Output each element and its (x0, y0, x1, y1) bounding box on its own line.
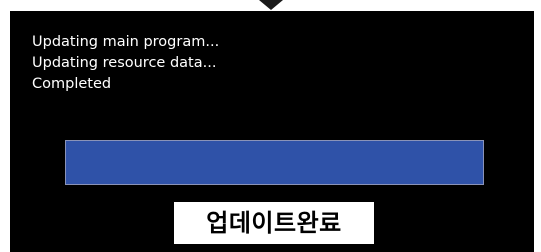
log-line-main-program: Updating main program... (32, 34, 220, 50)
log-line-resource-data: Updating resource data... (32, 55, 217, 71)
update-complete-label: 업데이트완료 (174, 202, 374, 244)
update-screen: Updating main program... Updating resour… (10, 11, 534, 252)
update-log: Updating main program... Updating resour… (32, 32, 219, 95)
update-diagram: Updating main program... Updating resour… (0, 0, 541, 252)
progress-bar-fill (66, 141, 483, 184)
log-line-completed: Completed (32, 76, 112, 92)
progress-bar (65, 140, 484, 185)
down-arrow-icon (259, 0, 283, 10)
